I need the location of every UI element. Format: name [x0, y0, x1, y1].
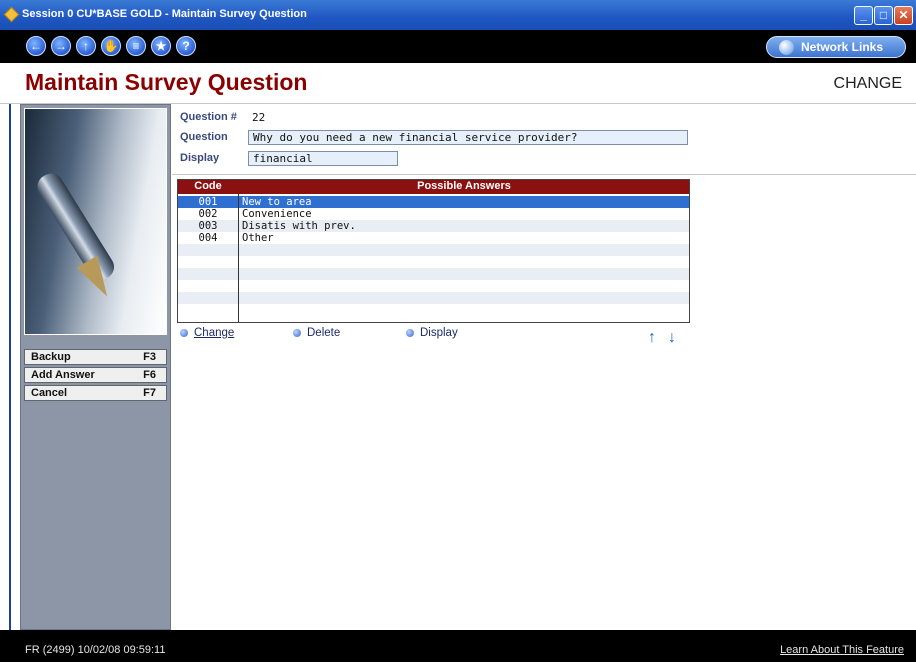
network-links-label: Network Links	[801, 40, 884, 54]
table-row[interactable]: 004 Other	[178, 232, 689, 244]
row-code: 001	[198, 196, 218, 208]
app-icon	[3, 6, 20, 23]
row-code: 002	[198, 208, 218, 220]
bullet-icon	[293, 328, 301, 337]
change-action[interactable]: Change	[180, 327, 234, 339]
page-down-icon[interactable]: ↓	[668, 329, 676, 347]
row-code: 003	[198, 220, 218, 232]
divider	[172, 174, 916, 175]
status-bar: FR (2499) 10/02/08 09:59:11 Learn About …	[0, 630, 916, 662]
frame-border	[9, 63, 11, 630]
left-panel: Backup F3 Add Answer F6 Cancel F7	[20, 104, 171, 630]
empty-row	[178, 244, 689, 256]
back-icon[interactable]: ←	[26, 36, 46, 56]
backup-key: F3	[143, 351, 156, 363]
hand-icon[interactable]: ✋	[101, 36, 121, 56]
display-action-label: Display	[420, 327, 458, 339]
change-label: Change	[194, 327, 235, 339]
table-header: Code Possible Answers	[178, 180, 689, 194]
learn-feature-link[interactable]: Learn About This Feature	[780, 644, 904, 656]
bullet-icon	[180, 328, 188, 337]
display-label: Display	[180, 152, 220, 164]
empty-row	[178, 256, 689, 268]
empty-row	[178, 304, 689, 316]
answers-table: Code Possible Answers 001 New to area 00…	[177, 179, 690, 323]
page-header: Maintain Survey Question CHANGE	[0, 63, 916, 104]
table-row[interactable]: 002 Convenience	[178, 208, 689, 220]
delete-action[interactable]: Delete	[293, 327, 340, 339]
column-divider	[238, 194, 239, 322]
question-input[interactable]: Why do you need a new financial service …	[248, 130, 688, 145]
forward-icon[interactable]: →	[51, 36, 71, 56]
window-title: Session 0 CU*BASE GOLD - Maintain Survey…	[22, 8, 307, 20]
network-links-button[interactable]: Network Links	[766, 36, 906, 58]
minimize-button[interactable]: _	[854, 6, 873, 25]
star-icon[interactable]: ★	[151, 36, 171, 56]
display-action[interactable]: Display	[406, 327, 458, 339]
code-column-header: Code	[194, 180, 222, 192]
cancel-label: Cancel	[31, 387, 68, 399]
question-number-value: 22	[252, 111, 266, 124]
globe-icon	[779, 40, 794, 55]
status-text: FR (2499) 10/02/08 09:59:11	[25, 644, 166, 656]
row-code: 004	[198, 232, 218, 244]
add-answer-button[interactable]: Add Answer F6	[24, 367, 167, 383]
empty-row	[178, 280, 689, 292]
toolbar: ← → ↑ ✋ ≡ ★ ? Network Links	[0, 30, 916, 63]
maximize-button[interactable]: □	[874, 6, 893, 25]
bullet-icon	[406, 328, 414, 337]
help-icon[interactable]: ?	[176, 36, 196, 56]
row-answer: Disatis with prev.	[242, 220, 356, 232]
empty-row	[178, 292, 689, 304]
window-title-bar: Session 0 CU*BASE GOLD - Maintain Survey…	[0, 0, 916, 30]
mode-indicator: CHANGE	[833, 75, 902, 92]
display-input[interactable]: financial	[248, 151, 398, 166]
print-icon[interactable]: ≡	[126, 36, 146, 56]
delete-label: Delete	[307, 327, 341, 339]
add-answer-key: F6	[143, 369, 156, 381]
row-answer: New to area	[242, 196, 312, 208]
question-label: Question	[180, 131, 228, 143]
add-answer-label: Add Answer	[31, 369, 95, 381]
empty-row	[178, 268, 689, 280]
backup-label: Backup	[31, 351, 71, 363]
up-icon[interactable]: ↑	[76, 36, 96, 56]
page-title: Maintain Survey Question	[25, 69, 308, 95]
answers-column-header: Possible Answers	[417, 180, 511, 192]
table-row[interactable]: 003 Disatis with prev.	[178, 220, 689, 232]
row-answer: Convenience	[242, 208, 312, 220]
page-up-icon[interactable]: ↑	[648, 329, 656, 347]
main-content: Question # 22 Question Why do you need a…	[172, 104, 916, 630]
fountain-pen-image	[24, 108, 167, 335]
cancel-key: F7	[143, 387, 156, 399]
close-button[interactable]: ✕	[894, 6, 913, 25]
table-row[interactable]: 001 New to area	[178, 196, 689, 208]
backup-button[interactable]: Backup F3	[24, 349, 167, 365]
row-answer: Other	[242, 232, 274, 244]
question-number-label: Question #	[180, 111, 237, 123]
cancel-button[interactable]: Cancel F7	[24, 385, 167, 401]
